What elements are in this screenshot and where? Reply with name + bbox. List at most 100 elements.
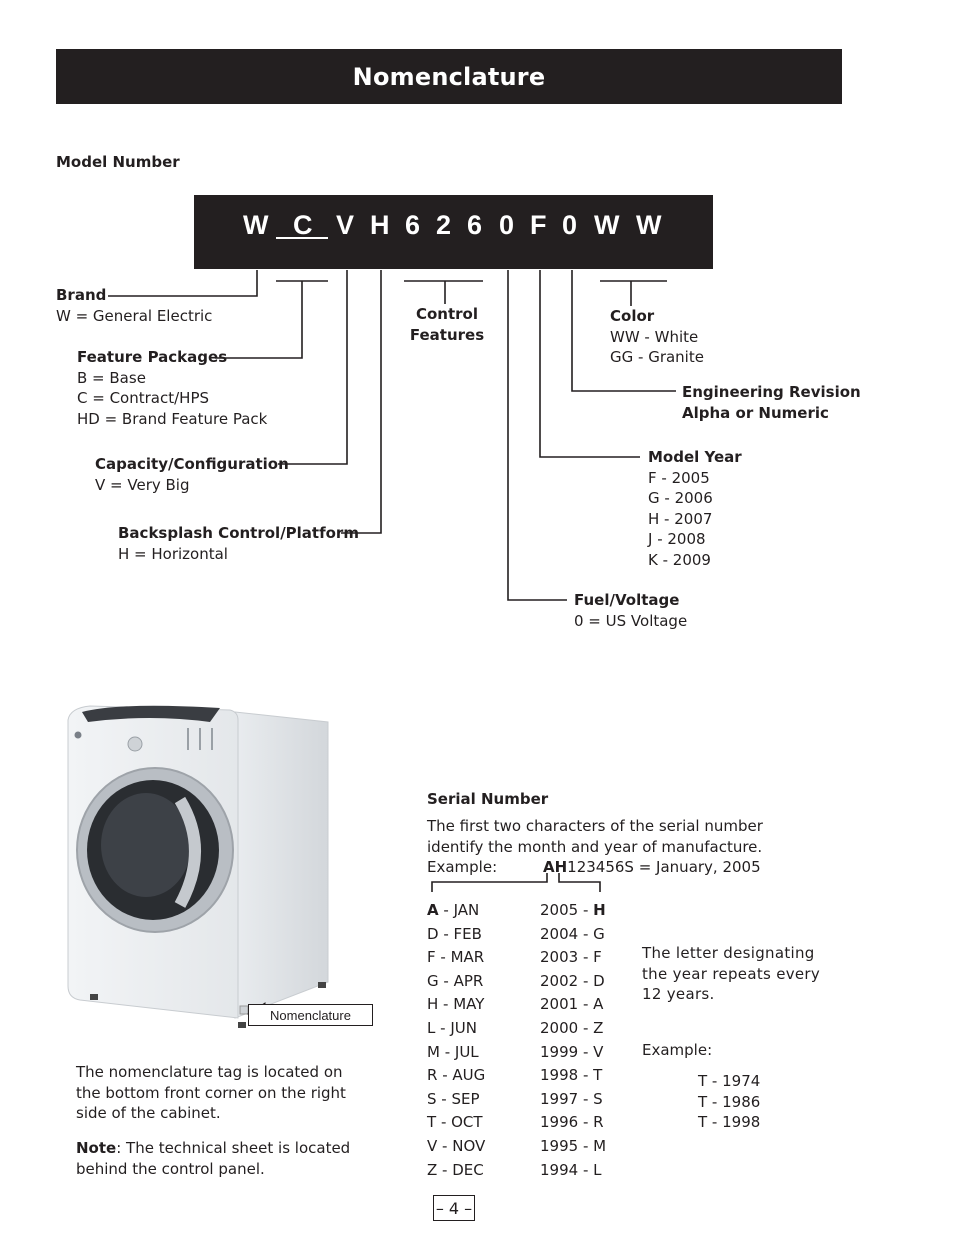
month-name: SEP [451, 1089, 480, 1108]
month-name: NOV [452, 1137, 486, 1155]
model-char: 6 [405, 210, 421, 240]
year-code: M [593, 1137, 607, 1155]
model-char: 2 [436, 210, 452, 240]
serial-year-row: 1997 - S [540, 1090, 603, 1108]
field-color-line: GG - Granite [610, 348, 704, 367]
model-char: W [243, 210, 269, 240]
year-repeat-line: the year repeats every [642, 964, 821, 983]
serial-year-row: 1998 - T [540, 1066, 602, 1084]
field-feature-line: B = Base [77, 368, 146, 387]
serial-year-row: 1996 - R [540, 1113, 604, 1131]
year-code: V [593, 1042, 604, 1061]
model-char: 0 [499, 210, 515, 240]
page-title: Nomenclature [352, 62, 546, 91]
separator: - [436, 1089, 452, 1108]
field-color-title: Color [610, 307, 655, 325]
year-value: 1997 [540, 1089, 579, 1108]
field-brand-line: W = General Electric [56, 306, 213, 325]
separator: - [435, 1019, 451, 1037]
year-repeat-line: The letter designating [642, 944, 815, 962]
tag-location-text: The nomenclature tag is located on the b… [76, 1062, 346, 1124]
field-color: Color WW - White GG - Granite [610, 306, 704, 368]
serial-month-row: M - JUL [427, 1043, 479, 1061]
field-brand: Brand W = General Electric [56, 285, 212, 326]
year-repeat-note: The letter designating the year repeats … [642, 943, 820, 1005]
serial-month-row: D - FEB [427, 925, 482, 943]
month-code: F [427, 948, 436, 967]
separator: - [578, 948, 594, 967]
month-code: A [427, 901, 439, 919]
separator: - [437, 1160, 453, 1179]
separator: - [435, 948, 451, 967]
field-feature-packages: Feature Packages B = Base C = Contract/H… [77, 347, 267, 429]
note-line: behind the control panel. [76, 1159, 265, 1178]
field-model-year-line: J - 2008 [648, 530, 706, 549]
month-code: D [427, 924, 439, 943]
separator: - [578, 1042, 594, 1061]
field-control-title: Features [409, 325, 485, 344]
month-code: G [427, 971, 439, 990]
year-value: 2003 [540, 948, 579, 967]
washer-image [67, 705, 329, 1028]
year-code: A [593, 995, 604, 1014]
model-char-underline [276, 237, 328, 239]
year-value: 1999 [540, 1042, 579, 1061]
separator: - [438, 995, 454, 1014]
month-name: FEB [453, 924, 482, 943]
tag-location-line: The nomenclature tag is located on [76, 1063, 343, 1081]
month-code: S [427, 1089, 437, 1108]
page-title-bar: Nomenclature [56, 49, 842, 104]
month-code: M [427, 1042, 440, 1061]
year-repeat-example-label: Example: [642, 1041, 713, 1059]
field-model-year-title: Model Year [648, 448, 742, 466]
serial-month-row: L - JUN [427, 1019, 477, 1037]
year-value: 2002 [540, 971, 579, 990]
technical-sheet-note: Note: The technical sheet is located beh… [76, 1138, 350, 1179]
model-number-heading: Model Number [56, 153, 180, 171]
year-value: 2004 [540, 924, 579, 943]
serial-month-row: Z - DEC [427, 1161, 484, 1179]
field-capacity-line: V = Very Big [95, 475, 190, 494]
year-code: S [593, 1089, 603, 1108]
year-repeat-examples: T - 1974 T - 1986 T - 1998 [698, 1071, 760, 1133]
field-backsplash: Backsplash Control/Platform H = Horizont… [118, 523, 359, 564]
year-code: Z [593, 1019, 604, 1037]
field-model-year: Model Year F - 2005 G - 2006 H - 2007 J … [648, 447, 742, 571]
connector-capacity [278, 270, 348, 465]
serial-month-row: H - MAY [427, 995, 484, 1013]
field-backsplash-title: Backsplash Control/Platform [118, 524, 359, 542]
separator: - [578, 1137, 594, 1155]
serial-year-row: 2004 - G [540, 925, 605, 943]
month-code: H [427, 995, 439, 1014]
field-control-features: Control Features [406, 304, 488, 345]
model-char: 0 [562, 210, 578, 240]
year-code: H [593, 901, 606, 919]
field-eng-title: Alpha or Numeric [682, 403, 829, 422]
model-char: W [636, 210, 662, 240]
model-char: H [370, 210, 390, 240]
serial-intro-line: identify the month and year of manufactu… [427, 837, 763, 856]
month-name: JAN [453, 901, 480, 919]
field-model-year-line: H - 2007 [648, 509, 713, 528]
field-model-year-line: K - 2009 [648, 550, 711, 569]
field-color-line: WW - White [610, 327, 699, 346]
year-value: 2005 [540, 901, 579, 919]
year-repeat-line: 12 years. [642, 985, 715, 1004]
separator: - [578, 1160, 594, 1179]
year-value: 1998 [540, 1066, 579, 1085]
model-char: W [594, 210, 620, 240]
field-feature-title: Feature Packages [77, 348, 228, 366]
month-name: MAY [453, 995, 485, 1014]
field-fuel-voltage: Fuel/Voltage 0 = US Voltage [574, 590, 687, 631]
serial-example-rest: 123456S = January, 2005 [567, 858, 761, 876]
year-value: 1995 [540, 1137, 579, 1155]
field-capacity: Capacity/Configuration V = Very Big [95, 454, 289, 495]
serial-year-row: 1994 - L [540, 1161, 602, 1179]
nomenclature-tag-callout: Nomenclature [248, 1004, 373, 1026]
separator: - [439, 1042, 455, 1061]
year-code: F [593, 948, 602, 967]
separator: - [437, 1137, 453, 1155]
year-repeat-example: T - 1974 [698, 1072, 761, 1090]
serial-year-row: 2001 - A [540, 995, 603, 1013]
year-repeat-example: T - 1998 [698, 1113, 761, 1132]
